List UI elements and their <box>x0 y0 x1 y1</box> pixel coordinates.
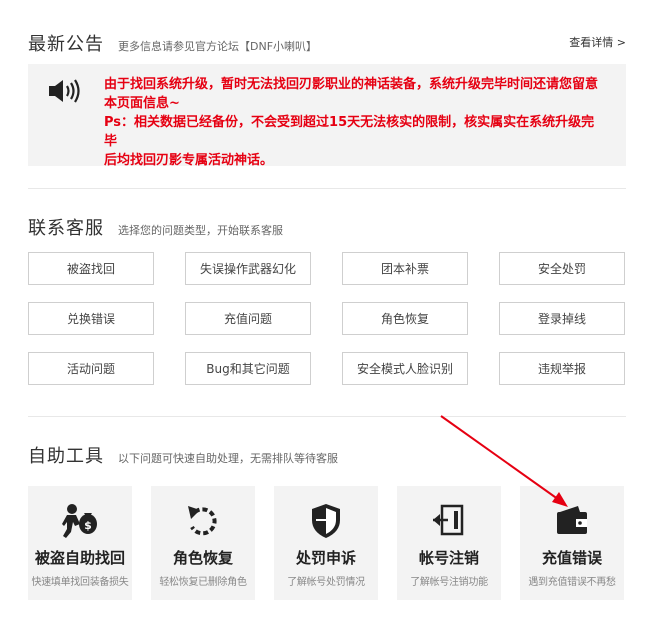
service-button-role-restore[interactable]: 角色恢复 <box>342 302 468 335</box>
service-header: 联系客服 选择您的问题类型，开始联系客服 <box>28 214 626 240</box>
service-button-violation-report[interactable]: 违规举报 <box>499 352 625 385</box>
divider <box>28 416 626 417</box>
service-button-login-disconnect[interactable]: 登录掉线 <box>499 302 625 335</box>
tool-penalty-appeal[interactable]: 处罚申诉 了解帐号处罚情况 <box>274 486 378 600</box>
announcement-line: 后均找回刃影专属活动神话。 <box>104 153 274 168</box>
wallet-icon <box>557 506 587 534</box>
speaker-icon <box>49 79 80 103</box>
service-subtitle: 选择您的问题类型，开始联系客服 <box>118 224 283 237</box>
service-button-raid-ticket[interactable]: 团本补票 <box>342 252 468 285</box>
tools-header: 自助工具 以下问题可快速自助处理，无需排队等待客服 <box>28 442 626 468</box>
shield-icon <box>312 504 340 538</box>
tool-name: 角色恢复 <box>172 549 233 567</box>
tool-desc: 了解帐号注销功能 <box>410 577 488 588</box>
tool-desc: 遇到充值错误不再愁 <box>528 577 616 588</box>
tool-name: 处罚申诉 <box>295 549 356 567</box>
tools-subtitle: 以下问题可快速自助处理，无需排队等待客服 <box>118 452 338 465</box>
service-button-bug-other[interactable]: Bug和其它问题 <box>185 352 311 385</box>
service-button-stolen-recovery[interactable]: 被盗找回 <box>28 252 154 285</box>
logout-door-icon <box>433 504 464 536</box>
tool-name: 帐号注销 <box>418 549 479 567</box>
announcement-title: 最新公告 <box>28 34 104 55</box>
service-button-event-issue[interactable]: 活动问题 <box>28 352 154 385</box>
announcement-subtitle: 更多信息请参见官方论坛【DNF小喇叭】 <box>118 40 318 53</box>
tool-desc: 了解帐号处罚情况 <box>287 577 365 588</box>
service-title: 联系客服 <box>28 218 104 239</box>
announcement-text: 由于找回系统升级，暂时无法找回刃影职业的神话装备，系统升级完毕时间还请您留意 本… <box>104 75 604 170</box>
tool-recharge-error[interactable]: 充值错误 遇到充值错误不再愁 <box>520 486 624 600</box>
thief-money-bag-icon: $ <box>62 504 97 538</box>
restore-arrow-icon <box>188 506 217 536</box>
announcement-box: 由于找回系统升级，暂时无法找回刃影职业的神话装备，系统升级完毕时间还请您留意 本… <box>28 64 626 168</box>
tool-desc: 快速填单找回装备损失 <box>31 577 129 588</box>
service-button-face-recognition[interactable]: 安全模式人脸识别 <box>342 352 468 385</box>
tool-account-cancel[interactable]: 帐号注销 了解帐号注销功能 <box>397 486 501 600</box>
service-button-recharge-issue[interactable]: 充值问题 <box>185 302 311 335</box>
tool-name: 充值错误 <box>541 549 602 567</box>
tools-title: 自助工具 <box>28 446 104 467</box>
announcement-line: 本页面信息~ <box>104 96 180 111</box>
view-details-link[interactable]: 查看详情 > <box>569 34 626 50</box>
service-button-weapon-transmog[interactable]: 失误操作武器幻化 <box>185 252 311 285</box>
service-button-security-penalty[interactable]: 安全处罚 <box>499 252 625 285</box>
tool-role-restore[interactable]: 角色恢复 轻松恢复已删除角色 <box>151 486 255 600</box>
service-button-exchange-error[interactable]: 兑换错误 <box>28 302 154 335</box>
tool-desc: 轻松恢复已删除角色 <box>159 577 247 588</box>
tool-name: 被盗自助找回 <box>34 549 125 567</box>
announcement-line: 由于找回系统升级，暂时无法找回刃影职业的神话装备，系统升级完毕时间还请您留意 <box>104 77 599 92</box>
announcement-line: Ps：相关数据已经备份，不会受到超过15天无法核实的限制，核实属实在系统升级完毕 <box>104 115 595 149</box>
announcement-header: 最新公告 更多信息请参见官方论坛【DNF小喇叭】 查看详情 > <box>28 30 626 56</box>
svg-text:$: $ <box>84 519 92 532</box>
divider <box>28 188 626 189</box>
tool-stolen-recovery[interactable]: $ 被盗自助找回 快速填单找回装备损失 <box>28 486 132 600</box>
